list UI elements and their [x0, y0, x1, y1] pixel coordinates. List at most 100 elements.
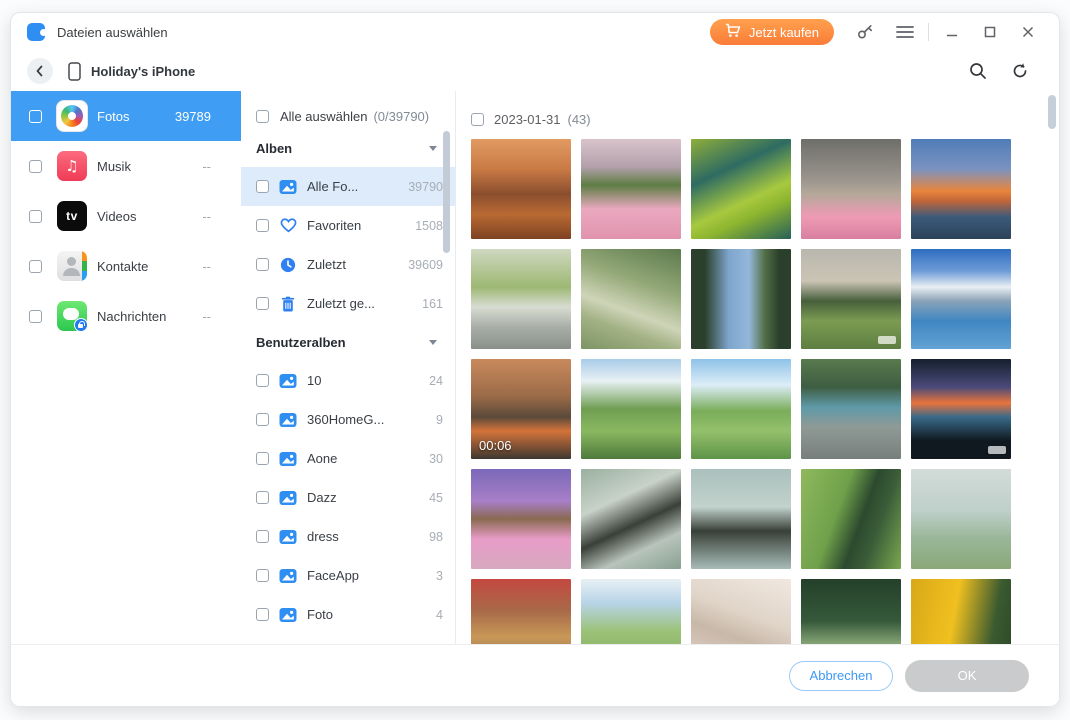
photo-thumb-black-swan-flowers[interactable]: [581, 469, 681, 569]
album-count: 4: [436, 607, 443, 622]
photo-thumb-pale-field-house[interactable]: [911, 469, 1011, 569]
album-count: 9: [436, 412, 443, 427]
photo-thumb-mountain-lake[interactable]: [911, 249, 1011, 349]
album-label: Alle Fo...: [307, 179, 359, 194]
photo-thumb-city-street-tulips[interactable]: [801, 139, 901, 239]
photo-thumb-harbor-sunset-lamp[interactable]: [471, 139, 571, 239]
photo-thumb-lotus-leaves-pond[interactable]: [691, 139, 791, 239]
album-icon: [279, 606, 297, 624]
photo-thumb-cherry-blossoms[interactable]: [691, 579, 791, 644]
sidebar-item-videos[interactable]: tv Videos --: [11, 191, 241, 241]
photo-thumb-swan-and-bird[interactable]: [691, 469, 791, 569]
album-label: 360HomeG...: [307, 412, 385, 427]
album-row[interactable]: Favoriten 1508: [241, 206, 455, 245]
photo-thumb-ocean-sunset-clouds[interactable]: [911, 139, 1011, 239]
refresh-icon[interactable]: [1005, 58, 1035, 84]
select-all-checkbox[interactable]: [256, 109, 269, 123]
album-section-header[interactable]: Benutzeralben: [241, 323, 455, 361]
album-row[interactable]: Aone 30: [241, 439, 455, 478]
album-row[interactable]: Zuletzt ge... 161: [241, 284, 455, 323]
album-row[interactable]: Alle Fo... 39790: [241, 167, 455, 206]
app-window: Dateien auswählen Jetzt kaufen Holiday's…: [10, 12, 1060, 707]
photos-app-icon: [57, 101, 87, 131]
album-icon: [279, 178, 297, 196]
album-count: 98: [429, 529, 443, 544]
album-label: Favoriten: [307, 218, 362, 233]
album-checkbox[interactable]: [256, 258, 269, 271]
photos-scrollbar[interactable]: [1048, 95, 1056, 129]
photo-thumb-sunset-village-video[interactable]: 00:06: [471, 359, 571, 459]
photo-thumb-alpine-valley[interactable]: [691, 359, 791, 459]
videos-checkbox[interactable]: [29, 209, 42, 223]
buy-now-button[interactable]: Jetzt kaufen: [709, 19, 834, 45]
album-count: 1508: [415, 218, 443, 233]
album-row[interactable]: FaceApp 3: [241, 556, 455, 595]
album-checkbox[interactable]: [256, 452, 269, 465]
photo-thumb-tulip-field-blossoms[interactable]: [581, 139, 681, 239]
photo-thumb-alpine-chalet-meadow[interactable]: [581, 359, 681, 459]
album-row[interactable]: 10 24: [241, 361, 455, 400]
album-label: FaceApp: [307, 568, 360, 583]
section-header-label: Alben: [256, 140, 293, 156]
musik-checkbox[interactable]: [29, 159, 42, 173]
sidebar-item-kontakte[interactable]: Kontakte --: [11, 241, 241, 291]
album-checkbox[interactable]: [256, 180, 269, 193]
search-icon[interactable]: [963, 58, 993, 84]
album-icon: [279, 567, 297, 585]
album-checkbox[interactable]: [256, 491, 269, 504]
album-row[interactable]: dress 98: [241, 517, 455, 556]
maximize-button[interactable]: [975, 19, 1005, 45]
album-checkbox[interactable]: [256, 219, 269, 232]
photo-thumb-yellow-autumn-tree[interactable]: [911, 579, 1011, 644]
cancel-button[interactable]: Abbrechen: [789, 660, 893, 691]
photo-grid-panel: 2023-01-31 (43) 00:06: [456, 91, 1059, 644]
chevron-down-icon[interactable]: [429, 339, 437, 345]
photo-thumb-bus-interior[interactable]: [471, 249, 571, 349]
album-row[interactable]: Foto 4: [241, 595, 455, 634]
album-checkbox[interactable]: [256, 530, 269, 543]
photo-thumb-green-tree-sky[interactable]: [581, 579, 681, 644]
photo-thumb-car-window-palms[interactable]: [911, 359, 1011, 459]
back-button[interactable]: [27, 58, 53, 84]
album-label: 10: [307, 373, 322, 388]
sidebar-item-nachrichten[interactable]: Nachrichten --: [11, 291, 241, 341]
date-count: (43): [567, 111, 591, 127]
album-checkbox[interactable]: [256, 374, 269, 387]
nachrichten-checkbox[interactable]: [29, 309, 42, 323]
menu-icon[interactable]: [890, 19, 920, 45]
messages-app-icon: [57, 301, 88, 332]
album-checkbox[interactable]: [256, 297, 269, 310]
close-button[interactable]: [1013, 19, 1043, 45]
chevron-down-icon[interactable]: [429, 145, 437, 151]
sidebar-item-musik[interactable]: Musik --: [11, 141, 241, 191]
photo-thumb-lone-tree-meadow[interactable]: [801, 249, 901, 349]
select-all-row[interactable]: Alle auswählen (0/39790): [241, 103, 455, 129]
photo-thumb-street-to-sea[interactable]: [801, 359, 901, 459]
footer-bar: Abbrechen OK: [11, 644, 1059, 706]
album-row[interactable]: 360HomeG... 9: [241, 400, 455, 439]
photo-thumb-forest-light-rays[interactable]: [581, 249, 681, 349]
albums-scrollbar[interactable]: [443, 131, 450, 253]
album-checkbox[interactable]: [256, 413, 269, 426]
sidebar-item-fotos[interactable]: Fotos 39789: [11, 91, 241, 141]
sidebar-item-count: --: [202, 258, 211, 274]
photo-thumb-trees-framing-sky[interactable]: [691, 249, 791, 349]
kontakte-checkbox[interactable]: [29, 259, 42, 273]
photo-thumb-branch-purple-sky[interactable]: [471, 469, 571, 569]
album-section-header[interactable]: Alben: [241, 129, 455, 167]
photo-thumb-forest-path[interactable]: [801, 579, 901, 644]
album-row[interactable]: Dazz 45: [241, 478, 455, 517]
fotos-checkbox[interactable]: [29, 109, 42, 123]
photo-thumb-hillside-evergreens[interactable]: [801, 469, 901, 569]
ok-button[interactable]: OK: [905, 659, 1029, 692]
register-key-icon[interactable]: [850, 19, 880, 45]
album-checkbox[interactable]: [256, 608, 269, 621]
date-label: 2023-01-31: [494, 111, 561, 127]
album-row[interactable]: Zuletzt 39609: [241, 245, 455, 284]
minimize-button[interactable]: [937, 19, 967, 45]
album-list: Alle Fo... 39790 Favoriten 1508 Zuletzt …: [241, 167, 455, 323]
select-all-label: Alle auswählen: [280, 108, 368, 124]
date-group-checkbox[interactable]: [471, 112, 484, 126]
photo-thumb-market-red-awning[interactable]: [471, 579, 571, 644]
album-checkbox[interactable]: [256, 569, 269, 582]
